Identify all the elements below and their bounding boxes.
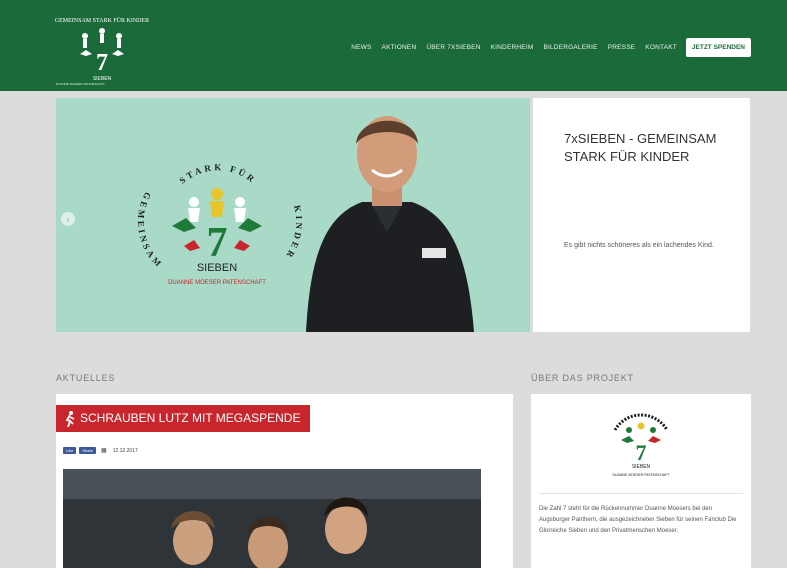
nav-bildergalerie[interactable]: BILDERGALERIE [538,44,602,51]
project-section-label: ÜBER DAS PROJEKT [531,373,634,383]
hero-slider: ‹ STARK FÜR GEMEINSAM KINDER 7 SIEBEN DU… [56,98,530,332]
news-date: 12.12.2017 [112,447,138,454]
logo-tagline: DUANNE MOESER PATENSCHAFT [168,280,266,286]
facebook-share-button[interactable]: Share [79,447,97,454]
svg-text:STARK FÜR: STARK FÜR [177,162,258,186]
divider [539,493,743,494]
nav-aktionen[interactable]: AKTIONEN [377,44,422,51]
svg-text:7: 7 [636,440,647,465]
news-photo[interactable] [63,469,481,568]
nav-kinderheim[interactable]: KINDERHEIM [486,44,539,51]
nav-news[interactable]: NEWS [346,44,376,51]
social-bar: Like Share ▦ 12.12.2017 [63,447,138,454]
site-header: GEMEINSAM STARK FÜR KINDER 7 SIEBEN DUAN… [0,0,787,91]
logo-arc-left: GEMEINSAM [136,191,163,271]
nav-ueber[interactable]: ÜBER 7XSIEBEN [421,44,485,51]
donate-button[interactable]: JETZT SPENDEN [685,38,751,57]
project-logo: 7 SIEBEN DUANNE MOESER PATENSCHAFT [612,413,670,477]
hero-text-panel: 7xSIEBEN - GEMEINSAM STARK FÜR KINDER Es… [533,98,750,332]
logo-tagline: DUANNE MOESER PATENSCHAFT [56,82,105,86]
chevron-left-icon: ‹ [66,214,70,224]
project-logo-word: SIEBEN [632,464,651,470]
news-card: SCHRAUBEN LUTZ MIT MEGASPENDE Like Share… [56,394,513,568]
project-description: Die Zahl 7 steht für die Rückennummer Du… [539,506,737,534]
hero-project-logo: STARK FÜR GEMEINSAM KINDER 7 SIEBEN DUAN… [136,162,301,286]
logo-arc-top: STARK FÜR [177,162,255,186]
project-card: 7 SIEBEN DUANNE MOESER PATENSCHAFT Die Z… [531,394,751,568]
runner-icon [65,410,75,427]
news-section-label: AKTUELLES [56,373,116,383]
logo-number: 7 [207,220,228,266]
logo-word: SIEBEN [197,262,237,274]
nav-presse[interactable]: PRESSE [603,44,641,51]
hero-subtitle: Es gibt nichts schöneres als ein lachend… [564,242,714,249]
hero-title: 7xSIEBEN - GEMEINSAM STARK FÜR KINDER [564,131,717,164]
slider-prev-button[interactable]: ‹ [61,212,75,226]
project-logo-tagline: DUANNE MOESER PATENSCHAFT [612,473,670,477]
site-logo[interactable]: GEMEINSAM STARK FÜR KINDER 7 SIEBEN [50,10,154,88]
news-title-text: SCHRAUBEN LUTZ MIT MEGASPENDE [80,411,301,425]
hero-person-photo [306,116,474,332]
main-nav: NEWS AKTIONEN ÜBER 7XSIEBEN KINDERHEIM B… [346,38,751,57]
calendar-icon: ▦ [101,448,107,454]
news-title-banner[interactable]: SCHRAUBEN LUTZ MIT MEGASPENDE [56,405,311,432]
facebook-like-button[interactable]: Like [63,447,77,454]
svg-text:7: 7 [96,50,108,76]
nav-kontakt[interactable]: KONTAKT [640,44,682,51]
svg-text:GEMEINSAM: GEMEINSAM [136,191,166,271]
svg-text:GEMEINSAM STARK FÜR KINDER: GEMEINSAM STARK FÜR KINDER [55,17,149,24]
